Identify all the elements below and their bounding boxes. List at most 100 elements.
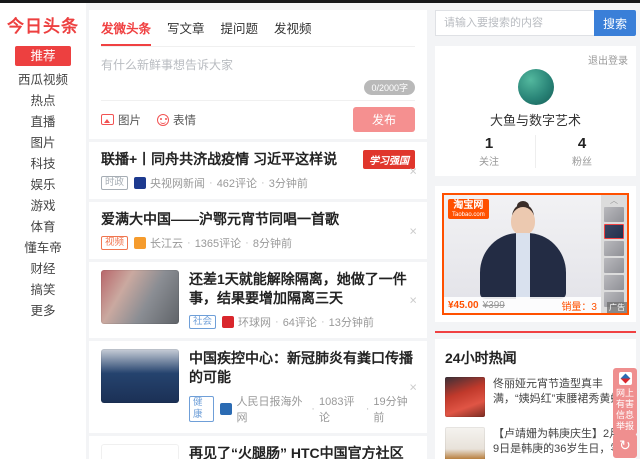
separator: · — [209, 177, 213, 189]
ad-card: 淘宝网 Taobao.com ︿ ¥45.00 ¥399 销量：3 广告 — [435, 186, 636, 322]
main-feed-column: 发微头条 写文章 提问题 发视频 0/2000字 图片 表情 发布 — [89, 3, 427, 459]
hot-news-text[interactable]: 佟丽娅元宵节造型真丰满，“姨妈红”束腰裙秀黄蜂腰，同龄人少见 — [493, 377, 626, 407]
sidebar-item-more[interactable]: 更多 — [0, 301, 86, 322]
feed-item[interactable]: 联播+丨同舟共济战疫情 习近平这样说 学习强国 时政 央视网新闻 · 462评论… — [89, 142, 427, 199]
ad-thumbnail-strip: ︿ — [601, 195, 627, 313]
sidebar-item-sports[interactable]: 体育 — [0, 217, 86, 238]
composer-counter-row: 0/2000字 — [101, 80, 415, 95]
following-count: 1 — [484, 135, 494, 152]
separator: · — [187, 237, 191, 249]
article-comments[interactable]: 1365评论 — [195, 235, 241, 251]
ad-model-suit — [479, 233, 566, 299]
feed-item[interactable]: 爱满大中国——沪鄂元宵节同唱一首歌 视频 长江云 · 1365评论 · 8分钟前… — [89, 202, 427, 259]
hot-news-item[interactable]: 佟丽娅元宵节造型真丰满，“姨妈红”束腰裙秀黄蜂腰，同龄人少见 — [445, 377, 626, 417]
sidebar-item-live[interactable]: 直播 — [0, 112, 86, 133]
emoji-icon — [157, 113, 169, 126]
ad-strip-thumb[interactable] — [604, 275, 624, 290]
article-thumbnail — [101, 270, 179, 324]
char-counter: 0/2000字 — [364, 80, 415, 95]
profile-name[interactable]: 大鱼与数字艺术 — [443, 110, 628, 129]
following-label: 关注 — [479, 157, 499, 168]
article-meta: 健康 人民日报海外网 · 1083评论 · 19分钟前 — [189, 393, 415, 425]
article-source[interactable]: 央视网新闻 — [150, 175, 205, 191]
taobao-logo: 淘宝网 Taobao.com — [448, 199, 489, 220]
followers-stat[interactable]: 4 粉丝 — [535, 135, 628, 168]
add-image-button[interactable]: 图片 — [101, 112, 141, 128]
followers-label: 粉丝 — [572, 157, 592, 168]
feed-item[interactable]: 中国疾控中心：新冠肺炎有粪口传播的可能 健康 人民日报海外网 · 1083评论 … — [89, 341, 427, 433]
article-source[interactable]: 环球网 — [238, 314, 271, 330]
tab-post-video[interactable]: 发视频 — [274, 18, 312, 46]
add-emoji-button[interactable]: 表情 — [157, 112, 196, 128]
feed-item[interactable]: 再见了“火腿肠” HTC中国官方社区正式关闭：缘尽 科技 中国经济网 · 3评论… — [89, 436, 427, 459]
article-thumbnail — [101, 349, 179, 403]
report-harmful-info-button[interactable]: 网上有害信息举报 — [613, 368, 637, 435]
category-tag: 时政 — [101, 176, 129, 190]
dismiss-icon[interactable]: × — [409, 381, 417, 394]
emoji-label: 表情 — [173, 114, 196, 127]
composer-input[interactable] — [101, 47, 415, 77]
article-meta: 社会 环球网 · 64评论 · 13分钟前 — [189, 314, 415, 330]
hot-news-text[interactable]: 【卢靖姗为韩庚庆生】2月9日是韩庚的36岁生日，零点整，@卢靖姗 准 — [493, 427, 626, 457]
dismiss-icon[interactable]: × — [409, 294, 417, 307]
article-time: 13分钟前 — [328, 317, 374, 329]
profile-stats: 1 关注 4 粉丝 — [443, 135, 628, 168]
sidebar-item-funny[interactable]: 搞笑 — [0, 280, 86, 301]
refresh-button[interactable]: ↻ — [613, 434, 637, 458]
search-input[interactable] — [435, 10, 594, 36]
hot-news-card: 24小时热闻 佟丽娅元宵节造型真丰满，“姨妈红”束腰裙秀黄蜂腰，同龄人少见 【卢… — [435, 339, 636, 459]
sidebar-item-entertainment[interactable]: 娱乐 — [0, 175, 86, 196]
image-icon — [101, 114, 114, 125]
page-layout: 今日头条 推荐 西瓜视频 热点 直播 图片 科技 娱乐 游戏 体育 懂车帝 财经… — [0, 3, 640, 459]
ad-strip-thumb[interactable] — [604, 258, 624, 273]
post-composer: 发微头条 写文章 提问题 发视频 0/2000字 图片 表情 发布 — [89, 10, 427, 139]
feed-item[interactable]: 还差1天就能解除隔离，她做了一件事，结果要增加隔离三天 社会 环球网 · 64评… — [89, 262, 427, 338]
article-comments[interactable]: 462评论 — [217, 175, 257, 191]
taobao-ad[interactable]: 淘宝网 Taobao.com ︿ ¥45.00 ¥399 销量：3 广告 — [442, 193, 629, 315]
article-title[interactable]: 还差1天就能解除隔离，她做了一件事，结果要增加隔离三天 — [189, 270, 415, 308]
tab-post-weitoutiao[interactable]: 发微头条 — [101, 18, 152, 46]
article-title[interactable]: 爱满大中国——沪鄂元宵节同唱一首歌 — [101, 210, 415, 229]
toutiao-logo[interactable]: 今日头条 — [0, 12, 86, 37]
right-column: 搜索 退出登录 大鱼与数字艺术 1 关注 4 粉丝 — [435, 3, 636, 459]
publish-button[interactable]: 发布 — [353, 107, 415, 132]
chevron-up-icon[interactable]: ︿ — [610, 197, 618, 205]
hot-news-item[interactable]: 【卢靖姗为韩庚庆生】2月9日是韩庚的36岁生日，零点整，@卢靖姗 准 — [445, 427, 626, 459]
ad-strip-thumb[interactable] — [604, 207, 624, 222]
sidebar-item-xigua-video[interactable]: 西瓜视频 — [0, 70, 86, 91]
avatar[interactable] — [517, 69, 554, 105]
article-comments[interactable]: 1083评论 — [319, 393, 362, 425]
sidebar-item-pictures[interactable]: 图片 — [0, 133, 86, 154]
tab-ask-question[interactable]: 提问题 — [221, 18, 259, 46]
ad-strip-thumb-selected[interactable] — [604, 224, 624, 239]
hot-news-thumbnail — [445, 427, 485, 459]
sidebar-item-tech[interactable]: 科技 — [0, 154, 86, 175]
sidebar-item-games[interactable]: 游戏 — [0, 196, 86, 217]
sidebar-item-hotspot[interactable]: 热点 — [0, 91, 86, 112]
tab-write-article[interactable]: 写文章 — [167, 18, 205, 46]
logout-link[interactable]: 退出登录 — [443, 52, 628, 67]
composer-tabs: 发微头条 写文章 提问题 发视频 — [101, 18, 415, 47]
sidebar-item-recommend[interactable]: 推荐 — [15, 46, 71, 66]
composer-toolbar: 图片 表情 发布 — [101, 100, 415, 132]
ad-strip-thumb[interactable] — [604, 241, 624, 256]
article-title[interactable]: 联播+丨同舟共济战疫情 习近平这样说 — [101, 150, 353, 169]
article-title[interactable]: 再见了“火腿肠” HTC中国官方社区正式关闭：缘尽 — [189, 444, 415, 459]
article-source[interactable]: 长江云 — [150, 235, 183, 251]
source-favicon — [222, 316, 235, 328]
ad-marker: 广告 — [607, 302, 627, 313]
article-source[interactable]: 人民日报海外网 — [236, 393, 307, 425]
dismiss-icon[interactable]: × — [409, 164, 417, 177]
article-comments[interactable]: 64评论 — [283, 314, 317, 330]
sidebar-item-dongchedi[interactable]: 懂车帝 — [0, 238, 86, 259]
dismiss-icon[interactable]: × — [409, 224, 417, 237]
source-favicon — [220, 403, 233, 415]
ad-price-bar: ¥45.00 ¥399 销量：3 — [444, 297, 601, 313]
following-stat[interactable]: 1 关注 — [443, 135, 535, 168]
sidebar-item-finance[interactable]: 财经 — [0, 259, 86, 280]
hot-news-title: 24小时热闻 — [445, 350, 517, 366]
article-title[interactable]: 中国疾控中心：新冠肺炎有粪口传播的可能 — [189, 349, 415, 387]
image-label: 图片 — [118, 114, 141, 127]
search-button[interactable]: 搜索 — [594, 10, 636, 36]
article-time: 3分钟前 — [268, 178, 308, 190]
